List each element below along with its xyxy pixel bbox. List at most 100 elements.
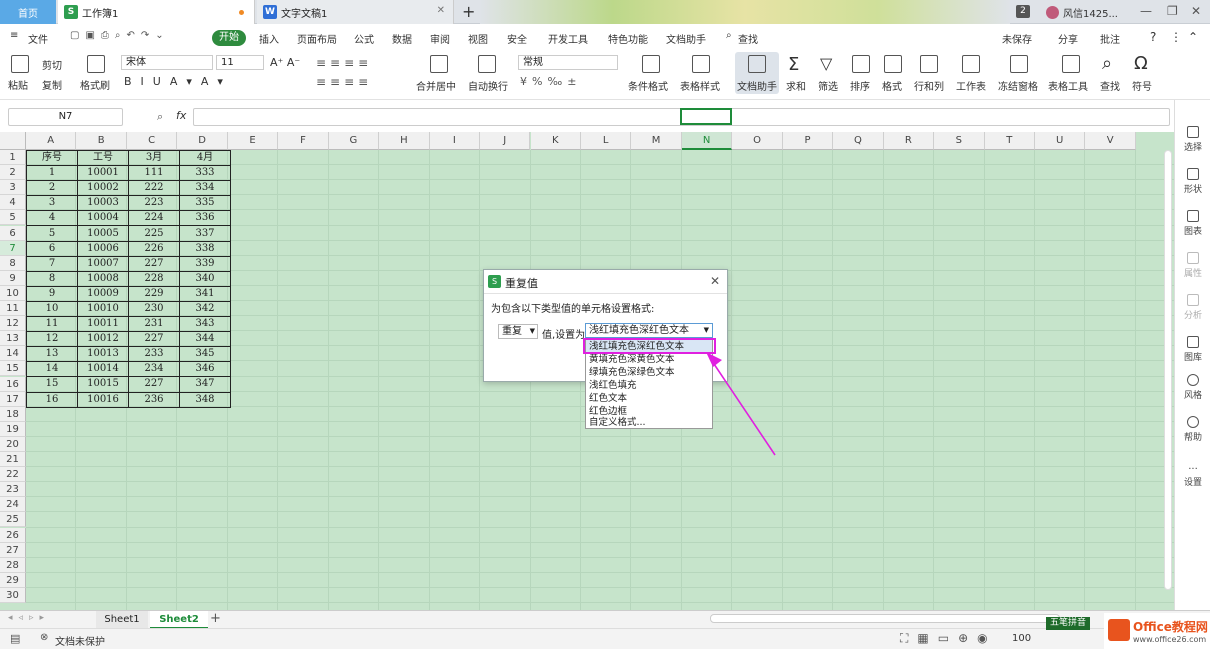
table-tools-button[interactable]: 表格工具	[1048, 78, 1088, 93]
table-cell[interactable]: 10012	[77, 331, 129, 348]
menu-file[interactable]: 文件	[28, 31, 48, 46]
column-header[interactable]: C	[126, 132, 178, 150]
freeze-button[interactable]: 冻结窗格	[998, 78, 1038, 93]
column-header[interactable]: N	[681, 132, 733, 150]
new-tab-button[interactable]: +	[462, 2, 475, 21]
panel-help[interactable]: 帮助	[1175, 416, 1210, 443]
panel-gallery[interactable]: 图库	[1175, 336, 1210, 363]
table-cell[interactable]: 5	[26, 225, 78, 242]
table-style-icon[interactable]	[692, 55, 710, 73]
row-header[interactable]: 7	[0, 240, 26, 256]
font-name-select[interactable]: 宋体	[121, 55, 213, 70]
table-cell[interactable]: 6	[26, 240, 78, 257]
table-cell[interactable]: 225	[128, 225, 180, 242]
more-icon[interactable]: ⋮	[1170, 30, 1182, 44]
data-table[interactable]: 序号 工号 3月 4月 1 10001 111 333 2 10002 222 334 3 10003 22…	[26, 149, 231, 408]
rows-cols-button[interactable]: 行和列	[914, 78, 944, 93]
collapse-ribbon-icon[interactable]: ⌃	[1188, 30, 1198, 44]
table-cell[interactable]: 222	[128, 180, 180, 197]
row-header[interactable]: 16	[0, 376, 26, 392]
filter-icon[interactable]: ▽	[820, 54, 832, 73]
menu-start[interactable]: 开始	[212, 30, 246, 46]
row-header[interactable]: 13	[0, 331, 26, 347]
wrap-icon[interactable]	[478, 55, 496, 73]
table-cell[interactable]: 7	[26, 255, 78, 272]
row-header[interactable]: 18	[0, 406, 26, 422]
format-icon[interactable]	[884, 55, 902, 73]
vertical-scrollbar[interactable]	[1164, 150, 1172, 590]
menu-review[interactable]: 审阅	[430, 31, 450, 46]
table-cell[interactable]: 1	[26, 165, 78, 182]
table-cell[interactable]: 341	[179, 285, 231, 302]
panel-style[interactable]: 风格	[1175, 374, 1210, 401]
number-format-icons[interactable]: ¥%‰±	[520, 75, 581, 88]
row-header[interactable]: 2	[0, 165, 26, 181]
row-header[interactable]: 23	[0, 482, 26, 498]
table-cell[interactable]: 12	[26, 331, 78, 348]
column-header[interactable]: Q	[833, 132, 884, 150]
sort-icon[interactable]	[852, 55, 870, 73]
table-cell[interactable]: 11	[26, 316, 78, 333]
table-cell[interactable]: 4月	[179, 149, 231, 167]
table-cell[interactable]: 2	[26, 180, 78, 197]
table-cell[interactable]: 224	[128, 210, 180, 227]
row-header[interactable]: 27	[0, 542, 26, 558]
format-option[interactable]: 浅红色填充	[586, 379, 712, 392]
paste-button[interactable]: 粘贴	[8, 77, 28, 92]
table-cell[interactable]: 223	[128, 195, 180, 212]
conditional-format-icon[interactable]	[642, 55, 660, 73]
table-cell[interactable]: 10015	[77, 376, 129, 393]
menu-view[interactable]: 视图	[468, 31, 488, 46]
comment-button[interactable]: 批注	[1100, 31, 1120, 46]
column-header[interactable]: V	[1085, 132, 1136, 150]
row-header[interactable]: 30	[0, 587, 26, 603]
panel-settings[interactable]: ··· 设置	[1175, 464, 1210, 488]
column-header[interactable]: T	[984, 132, 1035, 150]
worksheet-icon[interactable]	[962, 55, 980, 73]
table-cell[interactable]: 10016	[77, 391, 129, 408]
table-cell[interactable]: 344	[179, 331, 231, 348]
table-cell[interactable]: 345	[179, 346, 231, 363]
menu-developer[interactable]: 开发工具	[548, 31, 588, 46]
tab-document[interactable]: W 文字文稿1 ✕	[257, 0, 454, 24]
paste-icon[interactable]	[11, 55, 29, 73]
row-header[interactable]: 10	[0, 285, 26, 301]
row-header[interactable]: 26	[0, 527, 26, 543]
user-account[interactable]: 风信1425...	[1046, 5, 1118, 20]
align-icons[interactable]: ≡≡≡≡	[316, 56, 372, 70]
help-icon[interactable]: ?	[1150, 30, 1156, 44]
table-cell[interactable]: 343	[179, 316, 231, 333]
sort-button[interactable]: 排序	[850, 78, 870, 93]
table-cell[interactable]: 10010	[77, 300, 129, 318]
table-cell[interactable]: 8	[26, 270, 78, 287]
horizontal-scrollbar[interactable]	[710, 614, 1060, 623]
table-cell[interactable]: 9	[26, 285, 78, 302]
menu-security[interactable]: 安全	[507, 31, 527, 46]
menu-data[interactable]: 数据	[392, 31, 412, 46]
close-window-button[interactable]: ✕	[1191, 4, 1201, 18]
row-header[interactable]: 28	[0, 557, 26, 573]
column-header[interactable]: F	[278, 132, 329, 150]
column-header[interactable]: I	[429, 132, 481, 150]
table-cell[interactable]: 10014	[77, 361, 129, 378]
protection-status[interactable]: 文档未保护	[55, 633, 105, 648]
column-header[interactable]: S	[934, 132, 985, 150]
table-cell[interactable]: 231	[128, 316, 180, 333]
table-cell[interactable]: 15	[26, 376, 78, 393]
tab-workbook[interactable]: S 工作簿1	[58, 0, 255, 24]
number-format-select[interactable]: 常规	[518, 55, 618, 70]
column-header[interactable]: A	[26, 132, 77, 150]
table-cell[interactable]: 工号	[77, 149, 129, 167]
format-painter-button[interactable]: 格式刷	[80, 77, 110, 92]
column-header[interactable]: K	[530, 132, 581, 150]
column-header[interactable]: J	[480, 132, 531, 150]
align-row2-icons[interactable]: ≡≡≡≡	[316, 75, 372, 89]
menu-formulas[interactable]: 公式	[354, 31, 374, 46]
menu-page-layout[interactable]: 页面布局	[297, 31, 337, 46]
ime-indicator[interactable]: 五笔拼音	[1046, 617, 1091, 630]
table-cell[interactable]: 334	[179, 180, 231, 197]
table-cell[interactable]: 233	[128, 346, 180, 363]
table-cell[interactable]: 227	[128, 255, 180, 272]
unsaved-status[interactable]: 未保存	[1002, 31, 1032, 46]
column-header[interactable]: G	[328, 132, 380, 150]
